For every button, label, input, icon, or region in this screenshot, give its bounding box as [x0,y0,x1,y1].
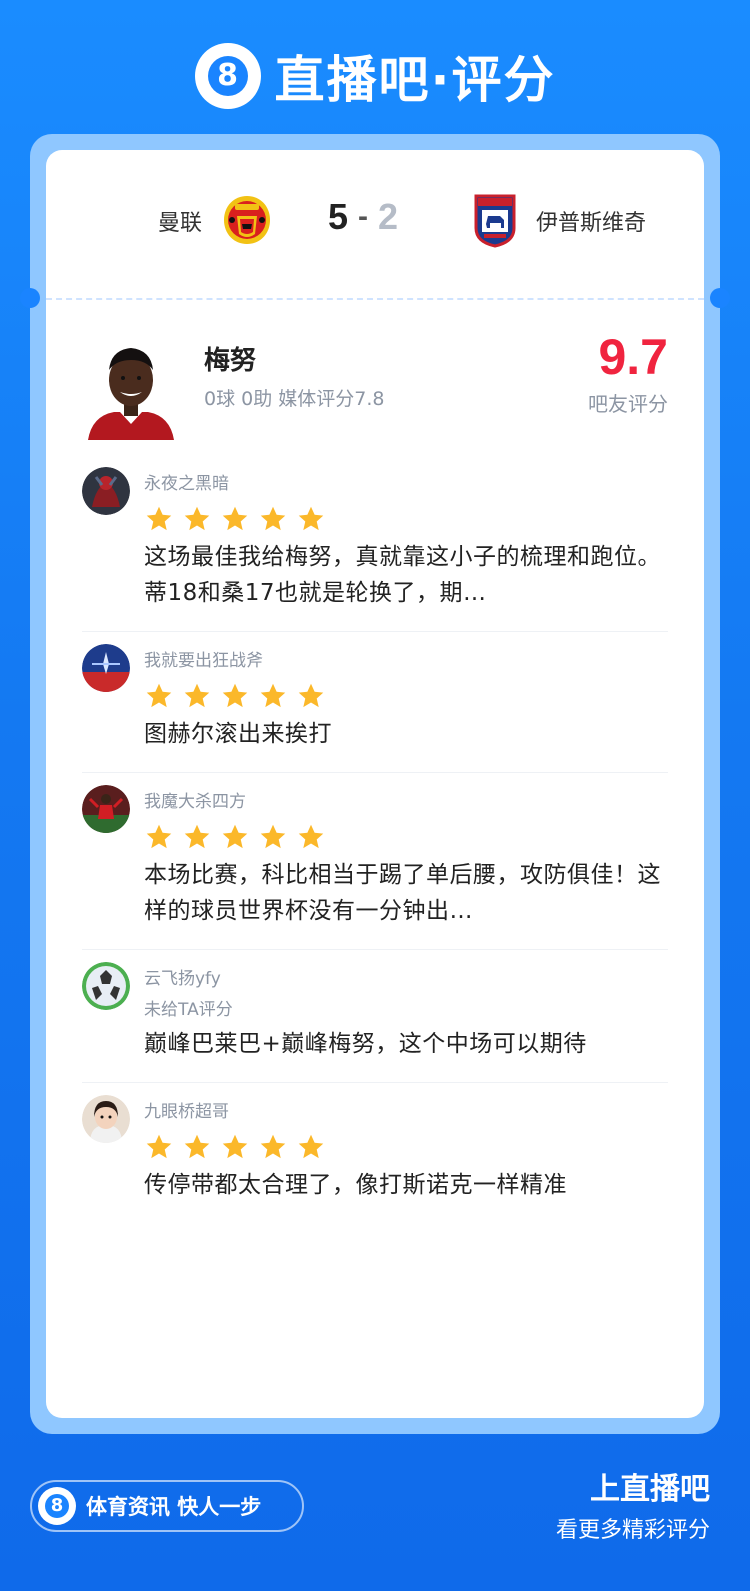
avatar [82,1095,130,1143]
star-icon [184,1134,210,1159]
star-rating [144,682,668,712]
star-icon [298,683,324,708]
brand-title: 直播吧·评分 [274,51,556,109]
comment-text: 图赫尔滚出来挨打 [144,721,332,747]
star-icon [184,506,210,531]
star-icon [184,683,210,708]
avatar [82,467,130,515]
avatar [82,644,130,692]
player-photo [84,340,178,440]
comment-item[interactable]: 我魔大杀四方 本场比赛，科比相当于踢了单后腰，攻防俱佳！这样的球员世界杯没有一分… [82,773,668,950]
ticket-notch-right [710,288,730,308]
star-icon [222,506,248,531]
match-score: 5 - 2 [328,196,398,238]
comment-item[interactable]: 九眼桥超哥 传停带都太合理了，像打斯诺克一样精准 [82,1083,668,1223]
comment-username[interactable]: 我魔大杀四方 [144,789,668,815]
footer-slogan: 体育资讯 快人一步 [86,1495,262,1519]
star-icon [260,506,286,531]
star-icon [184,824,210,849]
brand-header: 8 直播吧·评分 [0,36,750,116]
home-team-name: 曼联 [158,211,203,236]
footer-logo-char: 8 [45,1494,69,1518]
comment-text: 传停带都太合理了，像打斯诺克一样精准 [144,1172,567,1198]
star-icon [222,824,248,849]
footer-subtitle[interactable]: 看更多精彩评分 [556,1512,710,1544]
star-icon [146,824,172,849]
star-icon [298,1134,324,1159]
footer-slogan-pill[interactable]: 8 体育资讯 快人一步 [30,1480,304,1532]
star-icon [298,824,324,849]
comment-username[interactable]: 永夜之黑暗 [144,471,668,497]
star-rating [144,1133,668,1163]
player-stats: 0球 0助 媒体评分7.8 [204,388,385,410]
home-score: 5 [328,196,349,237]
star-icon [222,683,248,708]
score-separator: - [358,200,369,233]
fan-score-label: 吧友评分 [588,392,668,416]
star-icon [146,506,172,531]
fan-score: 9.7 [598,329,668,385]
rating-card: 曼联 5 - 2 伊普斯维奇 梅努 0球 0助 媒体评分7.8 9.7 吧友评分… [46,150,704,1418]
brand-logo-icon: 8 [194,43,261,109]
away-team-name: 伊普斯维奇 [536,211,647,236]
comment-list: 永夜之黑暗 这场最佳我给梅努，真就靠这小子的梳理和跑位。蒂18和桑17也就是轮换… [46,455,704,1223]
star-icon [260,683,286,708]
star-icon [146,683,172,708]
footer-logo-icon: 8 [38,1487,76,1525]
away-score: 2 [378,196,399,237]
player-section: 梅努 0球 0助 媒体评分7.8 9.7 吧友评分 [46,322,704,442]
ticket-notch-left [20,288,40,308]
star-icon [298,506,324,531]
comment-item[interactable]: 永夜之黑暗 这场最佳我给梅努，真就靠这小子的梳理和跑位。蒂18和桑17也就是轮换… [82,455,668,632]
comment-text: 这场最佳我给梅努，真就靠这小子的梳理和跑位。蒂18和桑17也就是轮换了，期… [144,544,661,606]
match-header: 曼联 5 - 2 伊普斯维奇 [46,150,704,298]
manchester-united-crest-icon [224,196,270,244]
comment-username[interactable]: 我就要出狂战斧 [144,648,668,674]
comment-text: 本场比赛，科比相当于踢了单后腰，攻防俱佳！这样的球员世界杯没有一分钟出… [144,862,661,924]
comment-item[interactable]: 云飞扬yfy 未给TA评分 巅峰巴莱巴+巅峰梅努，这个中场可以期待 [82,950,668,1083]
comment-username[interactable]: 九眼桥超哥 [144,1099,668,1125]
star-rating [144,505,668,535]
star-icon [146,1134,172,1159]
avatar [82,962,130,1010]
dashed-divider [46,298,704,300]
comment-text: 巅峰巴莱巴+巅峰梅努，这个中场可以期待 [144,1031,587,1057]
comment-username[interactable]: 云飞扬yfy [144,966,668,992]
brand-logo-char: 8 [207,56,248,96]
ipswich-town-crest-icon [474,194,516,248]
comment-item[interactable]: 我就要出狂战斧 图赫尔滚出来挨打 [82,632,668,773]
star-icon [260,824,286,849]
player-name: 梅努 [204,346,257,376]
avatar [82,785,130,833]
star-icon [260,1134,286,1159]
footer-title[interactable]: 上直播吧 [590,1464,710,1508]
no-rating-label: 未给TA评分 [144,1000,233,1020]
star-rating [144,823,668,853]
star-icon [222,1134,248,1159]
